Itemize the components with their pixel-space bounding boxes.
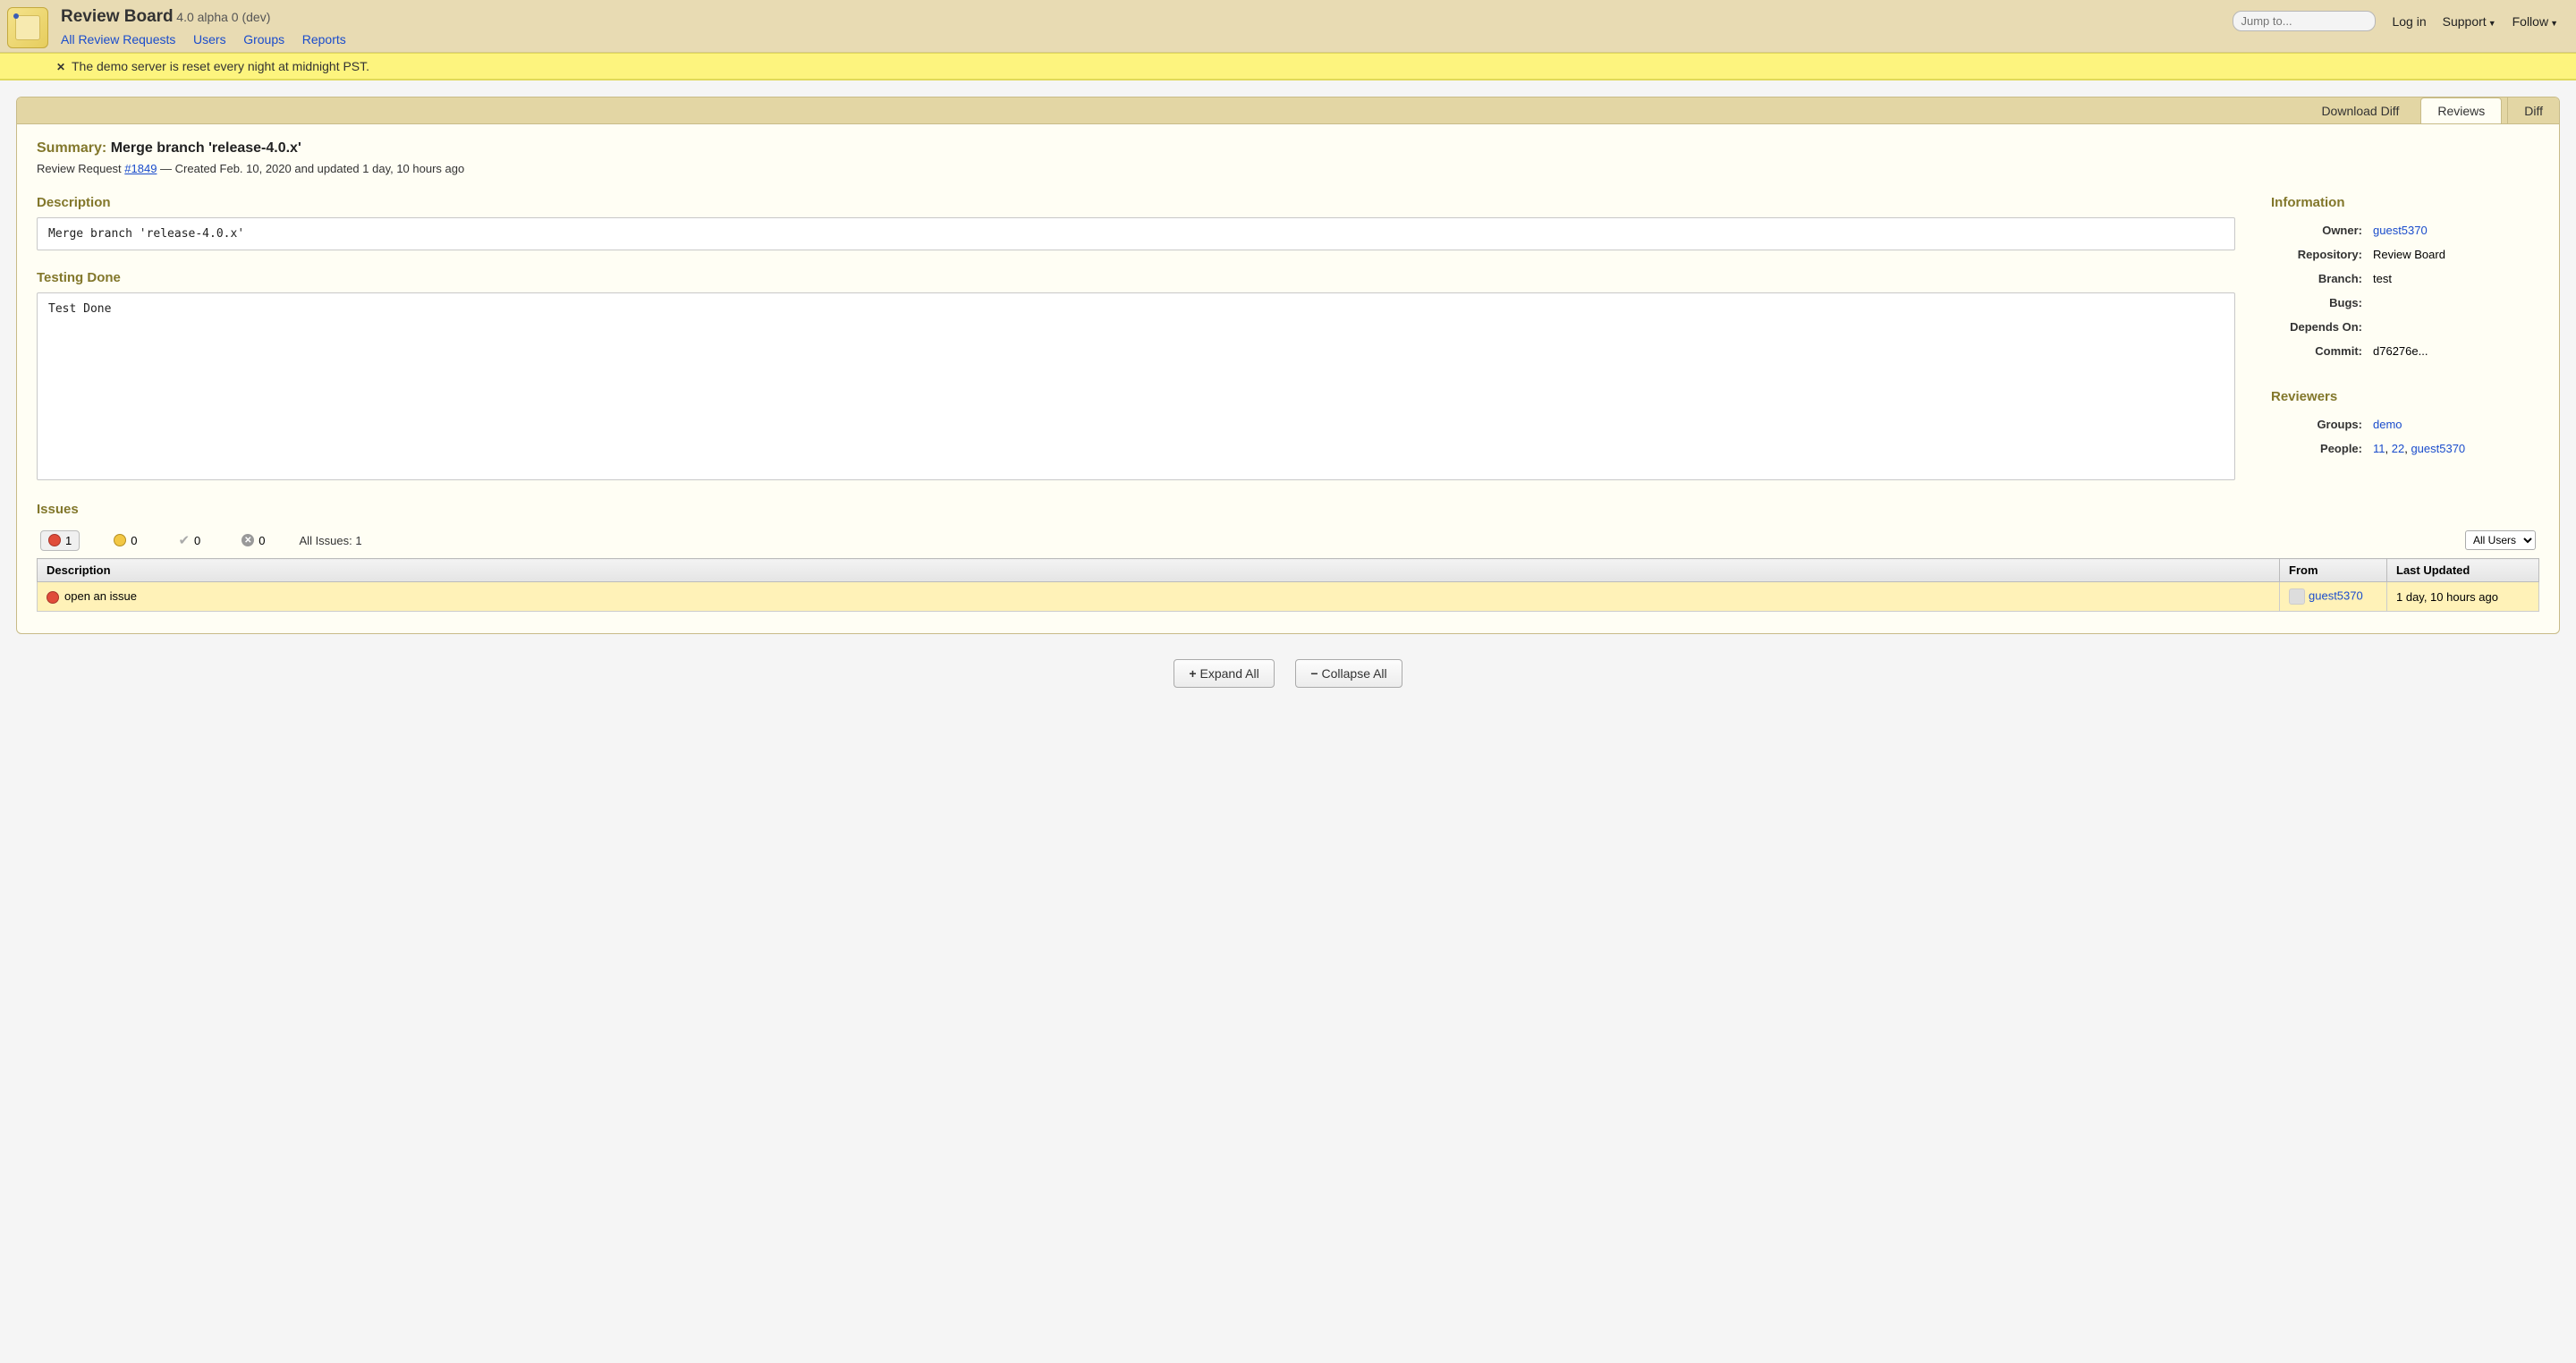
- nav-groups[interactable]: Groups: [243, 32, 284, 47]
- login-link[interactable]: Log in: [2392, 14, 2426, 29]
- minus-icon: −: [1310, 666, 1318, 681]
- owner-label: Owner:: [2273, 219, 2371, 241]
- issues-heading: Issues: [37, 502, 2539, 517]
- pending-issue-icon: [114, 534, 126, 546]
- reviewers-heading: Reviewers: [2271, 389, 2539, 404]
- th-last-updated[interactable]: Last Updated: [2387, 559, 2539, 582]
- repository-value: Review Board: [2373, 243, 2538, 266]
- people-label: People:: [2273, 437, 2371, 460]
- dropped-icon: ✕: [242, 534, 254, 546]
- bugs-label: Bugs:: [2273, 292, 2371, 314]
- close-icon[interactable]: ✕: [56, 61, 65, 73]
- tab-diff[interactable]: Diff: [2507, 97, 2559, 123]
- depends-value: [2373, 316, 2538, 338]
- nav-users[interactable]: Users: [193, 32, 226, 47]
- bugs-value: [2373, 292, 2538, 314]
- repository-label: Repository:: [2273, 243, 2371, 266]
- nav-all-requests[interactable]: All Review Requests: [61, 32, 175, 47]
- check-icon: ✔: [178, 532, 190, 548]
- review-request-panel: Download Diff Reviews Diff Summary: Merg…: [16, 97, 2560, 634]
- review-meta: Review Request #1849 — Created Feb. 10, …: [37, 162, 2539, 175]
- avatar: [2289, 588, 2305, 605]
- person-link[interactable]: guest5370: [2411, 442, 2465, 455]
- banner-text: The demo server is reset every night at …: [72, 59, 369, 73]
- tab-bar: Download Diff Reviews Diff: [17, 97, 2559, 124]
- expand-collapse-bar: +Expand All −Collapse All: [0, 634, 2576, 713]
- summary-label: Summary:: [37, 140, 106, 156]
- all-issues-count: All Issues: 1: [300, 534, 362, 547]
- group-link[interactable]: demo: [2373, 418, 2402, 431]
- nav-reports[interactable]: Reports: [302, 32, 346, 47]
- tab-reviews[interactable]: Reviews: [2420, 97, 2502, 123]
- collapse-all-button[interactable]: −Collapse All: [1295, 659, 1402, 688]
- testing-box: Test Done: [37, 292, 2235, 480]
- chevron-down-icon: ▼: [2550, 19, 2558, 28]
- brand-name: Review Board: [61, 7, 174, 26]
- jump-to-input[interactable]: [2233, 11, 2376, 31]
- support-menu[interactable]: Support▼: [2443, 14, 2496, 29]
- description-box: Merge branch 'release-4.0.x': [37, 217, 2235, 250]
- app-logo[interactable]: [7, 7, 48, 48]
- open-issue-icon: [48, 534, 61, 546]
- issues-table: Description From Last Updated open an is…: [37, 558, 2539, 612]
- tab-download-diff[interactable]: Download Diff: [2305, 97, 2415, 123]
- review-id-link[interactable]: #1849: [124, 162, 157, 175]
- open-issue-icon: [47, 591, 59, 604]
- owner-link[interactable]: guest5370: [2373, 224, 2428, 237]
- person-link[interactable]: 11: [2373, 442, 2385, 455]
- issues-resolved-filter[interactable]: ✔ 0: [171, 529, 208, 551]
- version-text: 4.0 alpha 0 (dev): [176, 10, 270, 24]
- issues-filter-bar: 1 0 ✔ 0 ✕ 0 All Issues: 1 All Users: [37, 524, 2539, 556]
- issue-updated: 1 day, 10 hours ago: [2387, 582, 2539, 612]
- issues-pending-filter[interactable]: 0: [106, 531, 144, 550]
- groups-label: Groups:: [2273, 413, 2371, 436]
- issues-open-filter[interactable]: 1: [40, 530, 80, 551]
- information-heading: Information: [2271, 195, 2539, 210]
- issue-description: open an issue: [64, 589, 137, 603]
- person-link[interactable]: 22: [2392, 442, 2404, 455]
- plus-icon: +: [1189, 666, 1196, 681]
- branch-label: Branch:: [2273, 267, 2371, 290]
- issues-user-filter[interactable]: All Users: [2465, 530, 2536, 550]
- primary-nav: All Review Requests Users Groups Reports: [61, 32, 2233, 52]
- follow-menu[interactable]: Follow▼: [2512, 14, 2558, 29]
- issues-dropped-filter[interactable]: ✕ 0: [234, 531, 272, 550]
- branch-value: test: [2373, 267, 2538, 290]
- testing-heading: Testing Done: [37, 270, 2235, 285]
- commit-value: d76276e...: [2373, 340, 2538, 362]
- description-heading: Description: [37, 195, 2235, 210]
- commit-label: Commit:: [2273, 340, 2371, 362]
- expand-all-button[interactable]: +Expand All: [1174, 659, 1274, 688]
- issue-from-link[interactable]: guest5370: [2309, 588, 2363, 602]
- table-row[interactable]: open an issue guest5370 1 day, 10 hours …: [38, 582, 2539, 612]
- depends-label: Depends On:: [2273, 316, 2371, 338]
- top-header: Review Board 4.0 alpha 0 (dev) All Revie…: [0, 0, 2576, 53]
- info-table: Owner:guest5370 Repository:Review Board …: [2271, 217, 2539, 364]
- th-from[interactable]: From: [2280, 559, 2387, 582]
- info-banner: ✕ The demo server is reset every night a…: [0, 53, 2576, 80]
- summary-text: Merge branch 'release-4.0.x': [111, 140, 301, 156]
- th-description[interactable]: Description: [38, 559, 2280, 582]
- chevron-down-icon: ▼: [2488, 19, 2496, 28]
- reviewers-table: Groups:demo People: 11, 22, guest5370: [2271, 411, 2539, 461]
